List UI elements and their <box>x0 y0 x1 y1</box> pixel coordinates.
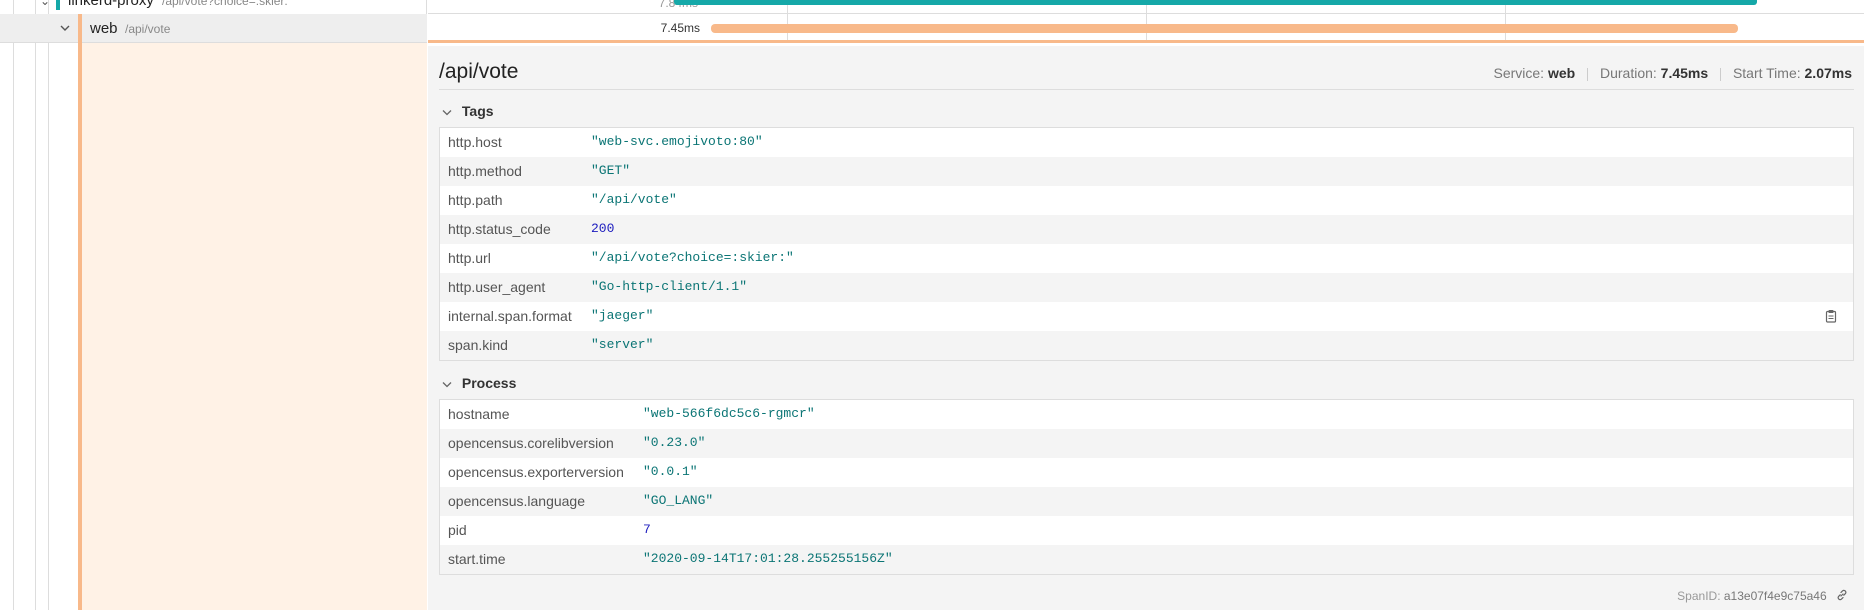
span-row-web[interactable]: web /api/vote <box>0 14 427 43</box>
kv-key: http.path <box>448 192 503 208</box>
link-icon[interactable] <box>1836 589 1848 604</box>
span-id-label: SpanID: <box>1677 588 1721 603</box>
kv-key: hostname <box>448 406 510 422</box>
tree-guide <box>48 0 49 610</box>
kv-key: opencensus.corelibversion <box>448 435 614 451</box>
kv-key: http.user_agent <box>448 279 546 295</box>
kv-value: "2020-09-14T17:01:28.255255156Z" <box>643 551 893 566</box>
span-detail-title: /api/vote <box>439 60 519 83</box>
process-section-header[interactable]: Process <box>442 375 516 391</box>
kv-row[interactable]: http.method "GET" <box>440 157 1853 186</box>
span-row-linkerd-proxy[interactable]: ⌄ linkerd-proxy /api/vote?choice=:skier: <box>0 0 427 14</box>
tags-section-title: Tags <box>461 103 494 119</box>
chevron-down-icon[interactable] <box>442 379 458 391</box>
meta-service-label: Service: <box>1493 65 1545 81</box>
service-color-bar <box>56 0 60 10</box>
process-section-title: Process <box>461 375 517 391</box>
span-tree-column: ⌄ linkerd-proxy /api/vote?choice=:skier:… <box>0 0 427 610</box>
kv-row[interactable]: opencensus.language "GO_LANG" <box>440 487 1853 516</box>
kv-row[interactable]: http.status_code 200 <box>440 215 1853 244</box>
span-id-value: a13e07f4e9c75a46 <box>1723 588 1827 603</box>
kv-value: "/api/vote?choice=:skier:" <box>591 250 794 265</box>
kv-row[interactable]: http.user_agent "Go-http-client/1.1" <box>440 273 1853 302</box>
divider <box>1587 67 1589 81</box>
tree-guide <box>13 0 14 610</box>
kv-value: "Go-http-client/1.1" <box>591 279 748 294</box>
meta-duration-label: Duration: <box>1599 65 1657 81</box>
meta-duration-value: 7.45ms <box>1660 65 1709 81</box>
process-table: hostname "web-566f6dc5c6-rgmcr" opencensus… <box>439 399 1854 575</box>
copy-icon[interactable] <box>1825 309 1839 324</box>
kv-key: start.time <box>448 551 506 567</box>
span-detail-meta: Service: web Duration: 7.45ms Start Time… <box>1493 65 1852 81</box>
span-operation-name: /api/vote?choice=:skier: <box>162 0 288 8</box>
kv-value: 7 <box>643 522 651 537</box>
kv-key: pid <box>448 522 467 538</box>
kv-key: http.method <box>448 163 522 179</box>
kv-key: http.host <box>448 134 502 150</box>
kv-value: "/api/vote" <box>591 192 677 207</box>
kv-row[interactable]: opencensus.exporterversion "0.0.1" <box>440 458 1853 487</box>
kv-key: opencensus.language <box>448 493 586 509</box>
kv-value: "web-566f6dc5c6-rgmcr" <box>643 406 815 421</box>
span-duration-bar[interactable] <box>711 24 1738 33</box>
kv-row[interactable]: pid 7 <box>440 516 1853 545</box>
kv-value: "server" <box>591 337 654 352</box>
tree-guide <box>35 0 36 610</box>
kv-row[interactable]: opencensus.corelibversion "0.23.0" <box>440 429 1853 458</box>
tags-table: http.host "web-svc.emojivoto:80" http.meth… <box>439 127 1854 361</box>
selected-span-highlight <box>78 43 427 610</box>
span-duration-bar[interactable] <box>674 0 1757 5</box>
kv-value: "GET" <box>591 163 631 178</box>
divider <box>1720 67 1722 81</box>
kv-key: opencensus.exporterversion <box>448 464 624 480</box>
kv-value: "GO_LANG" <box>643 493 714 508</box>
kv-key: http.status_code <box>448 221 551 237</box>
kv-row[interactable]: start.time "2020-09-14T17:01:28.255255156… <box>440 545 1853 574</box>
kv-value: "jaeger" <box>591 308 654 323</box>
kv-value: "0.23.0" <box>643 435 706 450</box>
chevron-down-icon[interactable] <box>56 19 74 37</box>
kv-row[interactable]: hostname "web-566f6dc5c6-rgmcr" <box>440 400 1853 429</box>
kv-row[interactable]: http.url "/api/vote?choice=:skier:" <box>440 244 1853 273</box>
kv-value: 200 <box>591 221 615 236</box>
kv-key: span.kind <box>448 337 508 353</box>
meta-service-value: web <box>1547 65 1576 81</box>
kv-key: internal.span.format <box>448 308 572 324</box>
tags-section-header[interactable]: Tags <box>442 103 494 119</box>
span-id-footer: SpanID: a13e07f4e9c75a46 <box>1677 589 1848 604</box>
chevron-down-icon[interactable]: ⌄ <box>40 0 50 8</box>
kv-row[interactable]: http.host "web-svc.emojivoto:80" <box>440 128 1853 157</box>
kv-key: http.url <box>448 250 491 266</box>
kv-value: "web-svc.emojivoto:80" <box>591 134 763 149</box>
meta-start-value: 2.07ms <box>1804 65 1852 81</box>
span-detail-panel: /api/vote Service: web Duration: 7.45ms … <box>428 46 1864 610</box>
timeline-row-linkerd-proxy[interactable]: 7.84ms <box>428 0 1864 14</box>
kv-value: "0.0.1" <box>643 464 698 479</box>
chevron-down-icon[interactable] <box>442 107 458 119</box>
span-duration: 7.45ms <box>660 21 700 35</box>
meta-start-label: Start Time: <box>1732 65 1801 81</box>
span-operation-name: /api/vote <box>125 22 171 36</box>
span-service-name: linkerd-proxy <box>68 0 154 9</box>
span-service-name: web <box>90 20 118 37</box>
divider <box>439 89 1854 90</box>
kv-row[interactable]: internal.span.format "jaeger" <box>440 302 1853 331</box>
kv-row[interactable]: span.kind "server" <box>440 331 1853 360</box>
service-color-bar <box>78 14 82 43</box>
timeline-row-web[interactable]: 7.45ms <box>428 14 1864 43</box>
kv-row[interactable]: http.path "/api/vote" <box>440 186 1853 215</box>
